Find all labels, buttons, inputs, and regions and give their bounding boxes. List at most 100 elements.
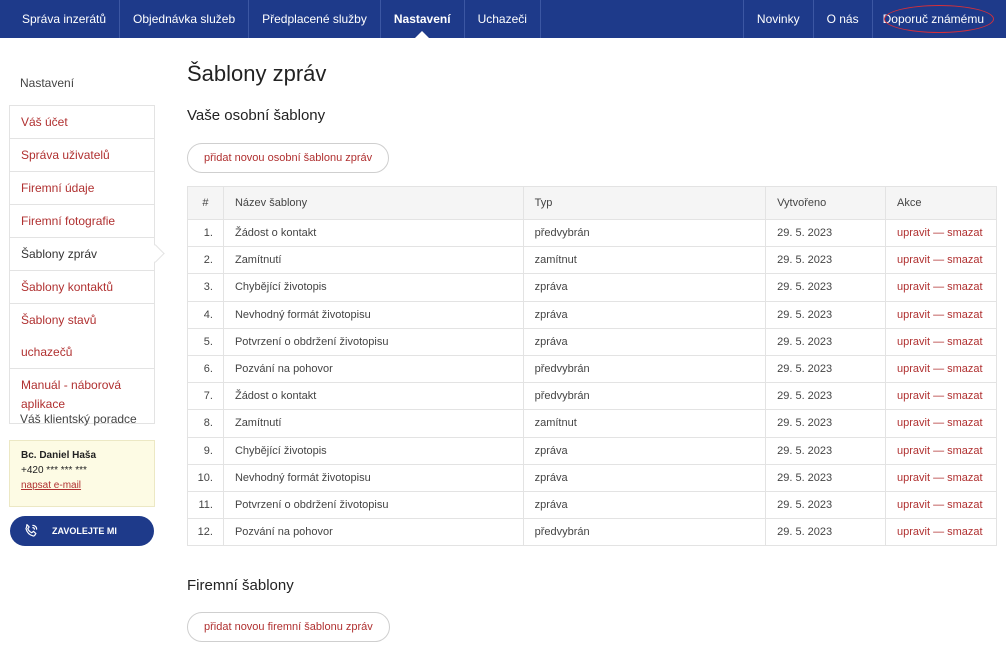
template-name: Potvrzení o obdržení životopisu [222,327,524,356]
edit-template-link[interactable]: upravit [897,227,930,239]
table-row: 9. Chybějící životopis zpráva 29. 5. 2023 up… [187,436,998,465]
action-separator: — [933,281,945,294]
template-type: zpráva [522,273,767,302]
sidebar-item-sprava-uzivatelu[interactable]: Správa uživatelů [10,139,154,172]
template-actions: upravit — smazat [884,518,998,547]
table-row: 12. Pozvání na pohovor předvybrán 29. 5. 20… [187,518,998,547]
sidebar-item-sablony-zprav[interactable]: Šablony zpráv [10,238,154,271]
nav-item-sprava-inzeratu[interactable]: Správa inzerátů [0,0,121,38]
phone-icon [22,522,40,540]
template-actions: upravit — smazat [884,382,998,411]
template-name: Zamítnutí [222,409,524,438]
template-actions: upravit — smazat [884,246,998,275]
action-separator: — [933,471,945,484]
template-name: Nevhodný formát životopisu [222,463,524,492]
template-type: zpráva [522,327,767,356]
template-type: předvybrán [522,218,767,248]
nav-item-objednavka-sluzeb[interactable]: Objednávka služeb [120,0,250,38]
sidebar-item-firemni-fotografie[interactable]: Firemní fotografie [10,205,154,238]
edit-template-link[interactable]: upravit [897,390,930,402]
sidebar-item-vas-ucet[interactable]: Váš účet [10,106,154,139]
table-row: 7. Žádost o kontakt předvybrán 29. 5. 2023 u… [187,382,998,411]
edit-template-link[interactable]: upravit [897,445,930,457]
edit-template-link[interactable]: upravit [897,472,930,484]
edit-template-link[interactable]: upravit [897,417,930,429]
template-created: 29. 5. 2023 [765,273,886,302]
nav-item-o-nas[interactable]: O nás [814,0,873,38]
action-separator: — [933,335,945,348]
template-created: 29. 5. 2023 [765,300,886,329]
delete-template-link[interactable]: smazat [947,445,982,457]
nav-item-novinky[interactable]: Novinky [744,0,814,38]
sidebar-item-sablony-stavu-uchazecu[interactable]: Šablony stavů uchazečů [10,304,154,369]
row-number: 11. [187,490,224,520]
edit-template-link[interactable]: upravit [897,363,930,375]
column-header-name: Název šablony [222,186,524,220]
nav-item-nastaveni[interactable]: Nastavení [381,0,465,38]
template-created: 29. 5. 2023 [765,409,886,438]
delete-template-link[interactable]: smazat [947,336,982,348]
template-name: Chybějící životopis [222,273,524,302]
call-me-label: ZAVOLEJTE MI [52,526,117,536]
row-number: 3. [187,273,224,302]
template-type: předvybrán [522,382,767,411]
personal-templates-heading: Vaše osobní šablony [187,107,326,124]
column-header-number: # [187,186,224,220]
delete-template-link[interactable]: smazat [947,526,982,538]
template-name: Žádost o kontakt [222,218,524,248]
delete-template-link[interactable]: smazat [947,363,982,375]
delete-template-link[interactable]: smazat [947,281,982,293]
template-type: zpráva [522,300,767,329]
template-actions: upravit — smazat [884,463,998,492]
edit-template-link[interactable]: upravit [897,336,930,348]
delete-template-link[interactable]: smazat [947,472,982,484]
template-actions: upravit — smazat [884,327,998,356]
nav-item-predplacene-sluzby[interactable]: Předplacené služby [249,0,381,38]
nav-spacer [541,0,744,38]
advisor-email-link[interactable]: napsat e-mail [21,480,143,491]
template-created: 29. 5. 2023 [765,490,886,520]
table-row: 3. Chybějící životopis zpráva 29. 5. 2023 up… [187,273,998,302]
delete-template-link[interactable]: smazat [947,227,982,239]
row-number: 5. [187,327,224,356]
nav-item-uchazeci[interactable]: Uchazeči [465,0,541,38]
sidebar-item-firemni-udaje[interactable]: Firemní údaje [10,172,154,205]
action-separator: — [933,308,945,321]
edit-template-link[interactable]: upravit [897,309,930,321]
table-header-row: # Název šablony Typ Vytvořeno Akce [187,186,998,220]
edit-template-link[interactable]: upravit [897,499,930,511]
top-navigation: Správa inzerátů Objednávka služeb Předpl… [0,0,1006,38]
table-row: 11. Potvrzení o obdržení životopisu zpráva… [187,490,998,520]
delete-template-link[interactable]: smazat [947,390,982,402]
template-actions: upravit — smazat [884,409,998,438]
nav-item-doporuc-znamemu[interactable]: Doporuč známému [873,0,1006,38]
table-row: 8. Zamítnutí zamítnut 29. 5. 2023 upravit — … [187,409,998,438]
edit-template-link[interactable]: upravit [897,281,930,293]
template-created: 29. 5. 2023 [765,518,886,547]
advisor-phone: +420 *** *** *** [21,465,87,476]
delete-template-link[interactable]: smazat [947,417,982,429]
template-type: předvybrán [522,354,767,384]
action-separator: — [933,417,945,430]
advisor-heading: Váš klientský poradce [20,412,137,426]
sidebar-item-sablony-kontaktu[interactable]: Šablony kontaktů [10,271,154,304]
action-separator: — [933,526,945,539]
template-name: Chybějící životopis [222,436,524,465]
delete-template-link[interactable]: smazat [947,499,982,511]
template-actions: upravit — smazat [884,436,998,465]
edit-template-link[interactable]: upravit [897,254,930,266]
delete-template-link[interactable]: smazat [947,309,982,321]
edit-template-link[interactable]: upravit [897,526,930,538]
add-personal-template-button[interactable]: přidat novou osobní šablonu zpráv [187,143,390,173]
add-company-template-button[interactable]: přidat novou firemní šablonu zpráv [187,612,390,642]
table-row: 5. Potvrzení o obdržení životopisu zpráva 2… [187,327,998,356]
call-me-button[interactable]: ZAVOLEJTE MI [10,516,154,546]
template-created: 29. 5. 2023 [765,246,886,275]
action-separator: — [933,390,945,403]
delete-template-link[interactable]: smazat [947,254,982,266]
action-separator: — [933,498,945,511]
templates-table: # Název šablony Typ Vytvořeno Akce 1. Žád… [187,186,998,547]
table-row: 4. Nevhodný formát životopisu zpráva 29. 5.… [187,300,998,329]
template-created: 29. 5. 2023 [765,463,886,492]
template-type: zpráva [522,490,767,520]
